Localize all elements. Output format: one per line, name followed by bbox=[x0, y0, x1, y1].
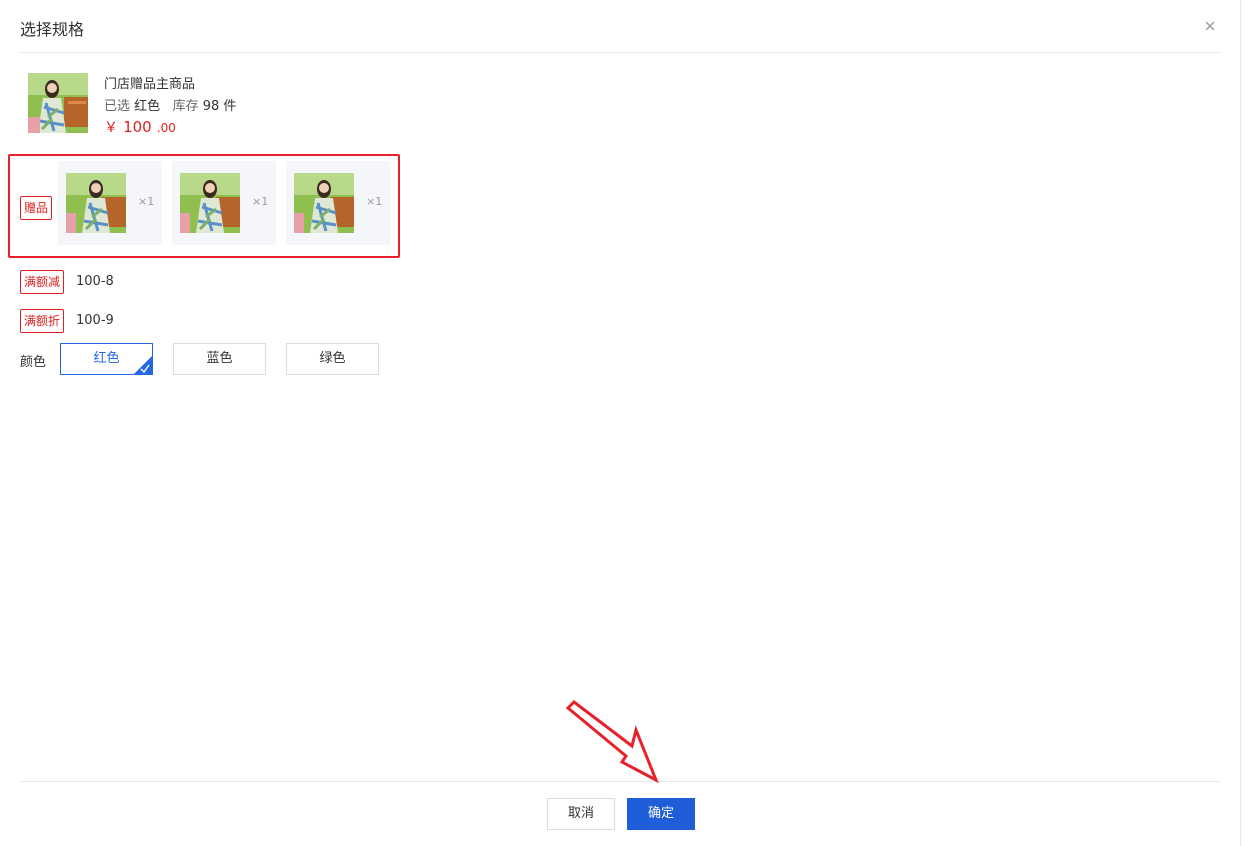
product-meta: 已选 红色 库存 98 件 bbox=[104, 95, 236, 114]
stock-value: 98 件 bbox=[202, 99, 237, 114]
cancel-button[interactable]: 取消 bbox=[547, 798, 615, 830]
color-option-green[interactable]: 绿色 bbox=[286, 343, 379, 375]
selected-label: 已选 bbox=[104, 99, 131, 114]
price-decimal: .00 bbox=[156, 121, 176, 135]
dialog-title: 选择规格 bbox=[20, 20, 85, 39]
gift-quantity: ×1 bbox=[366, 195, 383, 208]
color-option-blue[interactable]: 蓝色 bbox=[173, 343, 266, 375]
gift-quantity: ×1 bbox=[252, 195, 269, 208]
product-thumbnail bbox=[28, 73, 88, 133]
spec-color-label: 颜色 bbox=[20, 355, 47, 370]
price-currency: ￥ bbox=[104, 120, 118, 136]
annotation-arrow-icon bbox=[565, 700, 659, 784]
gift-item[interactable]: ×1 bbox=[286, 161, 390, 245]
gift-item[interactable]: ×1 bbox=[58, 161, 162, 245]
color-option-label: 蓝色 bbox=[206, 351, 233, 366]
promo-text-discount: 100-9 bbox=[76, 313, 114, 328]
color-option-label: 红色 bbox=[93, 351, 120, 366]
gift-thumbnail bbox=[66, 173, 126, 233]
promo-tag-reduce: 满额减 bbox=[20, 270, 65, 294]
gift-quantity: ×1 bbox=[138, 195, 155, 208]
header-divider bbox=[20, 52, 1221, 53]
price-integer: 100 bbox=[123, 118, 152, 136]
color-option-red[interactable]: 红色 bbox=[60, 343, 153, 375]
product-price: ￥ 100 .00 bbox=[104, 117, 176, 137]
promo-tag-discount: 满额折 bbox=[20, 309, 65, 333]
close-icon[interactable] bbox=[1202, 18, 1218, 34]
gift-thumbnail bbox=[294, 173, 354, 233]
confirm-button[interactable]: 确定 bbox=[627, 798, 695, 830]
selected-value: 红色 bbox=[134, 99, 161, 114]
footer-divider bbox=[20, 781, 1221, 782]
selected-check-icon bbox=[134, 356, 152, 374]
spec-dialog: 选择规格 门店赠品主商品 已选 红色 库存 98 件 ￥ 100 .00 赠品 … bbox=[0, 0, 1241, 846]
gift-item[interactable]: ×1 bbox=[172, 161, 276, 245]
gift-tag: 赠品 bbox=[20, 196, 53, 220]
gift-thumbnail bbox=[180, 173, 240, 233]
product-name: 门店赠品主商品 bbox=[104, 77, 196, 92]
color-option-label: 绿色 bbox=[319, 351, 346, 366]
promo-text-reduce: 100-8 bbox=[76, 274, 114, 289]
stock-label: 库存 bbox=[172, 99, 199, 114]
